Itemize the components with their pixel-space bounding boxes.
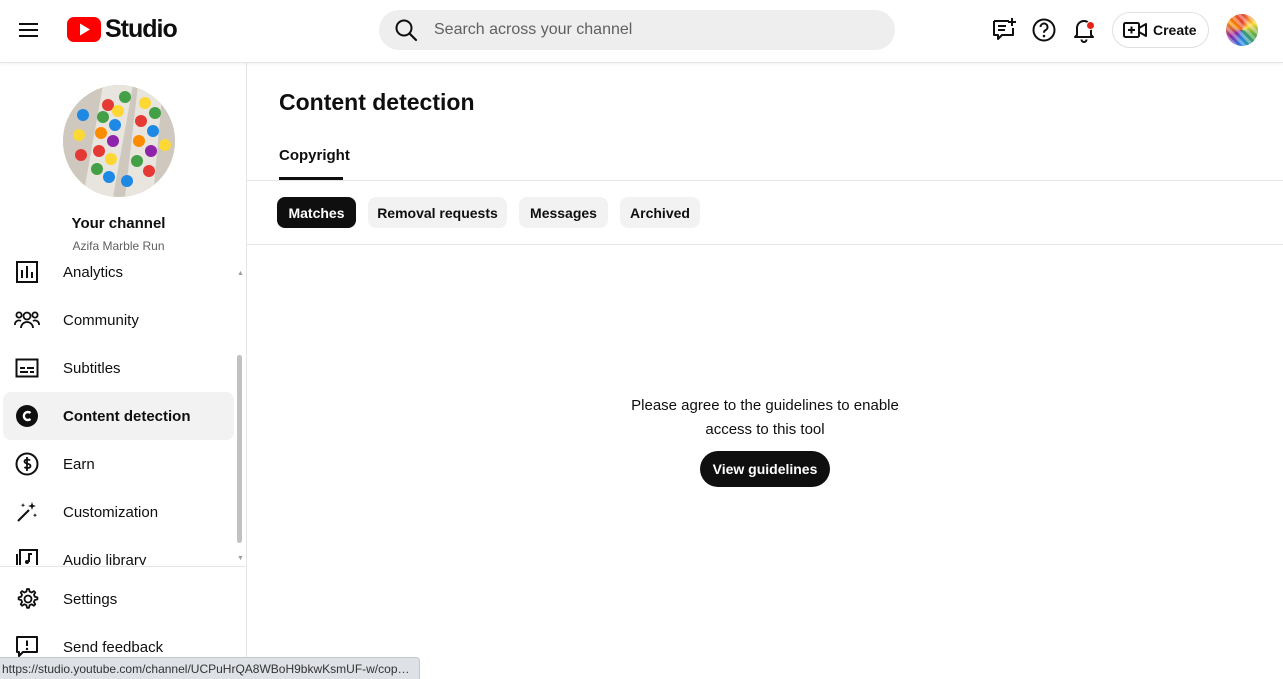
magic-wand-icon (14, 499, 40, 525)
notification-badge (1086, 21, 1095, 30)
sidebar: Your channel Azifa Marble Run Analytics … (0, 63, 247, 679)
sidebar-item-subtitles[interactable]: Subtitles (3, 344, 234, 392)
help-icon (1032, 18, 1056, 42)
comment-plus-icon (993, 18, 1016, 40)
empty-state-message: Please agree to the guidelines to enable… (631, 397, 899, 438)
sidebar-item-settings[interactable]: Settings (3, 575, 234, 623)
tab-copyright[interactable]: Copyright (279, 147, 350, 164)
help-button[interactable] (1028, 14, 1060, 46)
youtube-logo-icon (67, 16, 101, 42)
sidebar-scrollbar[interactable] (237, 355, 242, 543)
sidebar-item-label: Settings (63, 590, 118, 608)
channel-title: Your channel (71, 215, 166, 232)
create-video-icon (1123, 22, 1147, 38)
channel-name: Azifa Marble Run (72, 239, 165, 253)
chip-archived[interactable]: Archived (620, 197, 700, 228)
top-bar: Studio Search across your channel Create (0, 0, 1283, 63)
sidebar-item-label: Community (63, 311, 139, 329)
chip-matches[interactable]: Matches (277, 197, 356, 228)
sidebar-item-community[interactable]: Community (3, 296, 234, 344)
sidebar-item-label: Analytics (63, 263, 124, 281)
sidebar-item-analytics[interactable]: Analytics (3, 259, 234, 296)
tab-divider (247, 180, 1283, 181)
search-icon (395, 19, 418, 42)
comments-button[interactable] (988, 14, 1020, 46)
studio-logo[interactable]: Studio (67, 14, 178, 44)
sidebar-item-label: Earn (63, 455, 95, 473)
channel-avatar[interactable] (63, 85, 175, 197)
content-detection-icon (14, 403, 40, 429)
search-bar[interactable] (379, 10, 895, 50)
chip-divider (247, 244, 1283, 245)
sidebar-item-label: Send feedback (63, 638, 164, 656)
logo-text: Studio (105, 14, 178, 43)
chip-removal-requests[interactable]: Removal requests (368, 197, 507, 228)
sidebar-item-earn[interactable]: Earn (3, 440, 234, 488)
subtitles-icon (14, 355, 40, 381)
scroll-down-arrow-icon[interactable]: ▼ (237, 555, 244, 562)
sidebar-item-label: Customization (63, 503, 159, 521)
sidebar-item-label: Content detection (63, 407, 191, 425)
audio-library-icon (14, 547, 40, 565)
analytics-icon (14, 259, 40, 285)
sidebar-nav: Analytics Community Subtitles Content de… (0, 259, 247, 565)
dollar-icon (14, 451, 40, 477)
sidebar-item-label: Subtitles (63, 359, 121, 377)
account-avatar[interactable] (1226, 14, 1258, 46)
chip-messages[interactable]: Messages (519, 197, 608, 228)
menu-icon (19, 23, 38, 37)
sidebar-item-customization[interactable]: Customization (3, 488, 234, 536)
hamburger-menu-button[interactable] (13, 14, 45, 46)
main-content: Content detection Copyright Matches Remo… (247, 63, 1283, 679)
create-button[interactable]: Create (1112, 12, 1209, 48)
view-guidelines-button[interactable]: View guidelines (700, 451, 830, 487)
gear-icon (14, 586, 40, 612)
search-input[interactable] (434, 21, 874, 39)
status-bar-url: https://studio.youtube.com/channel/UCPuH… (0, 657, 420, 679)
create-label: Create (1153, 22, 1197, 38)
sidebar-item-content-detection[interactable]: Content detection (3, 392, 234, 440)
channel-avatar-image (63, 85, 175, 197)
community-icon (14, 307, 40, 333)
scroll-up-arrow-icon[interactable]: ▲ (237, 270, 244, 277)
sidebar-item-audio-library[interactable]: Audio library (3, 536, 234, 565)
sidebar-item-label: Audio library (63, 551, 147, 566)
notifications-button[interactable] (1068, 14, 1100, 46)
page-title: Content detection (279, 89, 475, 115)
